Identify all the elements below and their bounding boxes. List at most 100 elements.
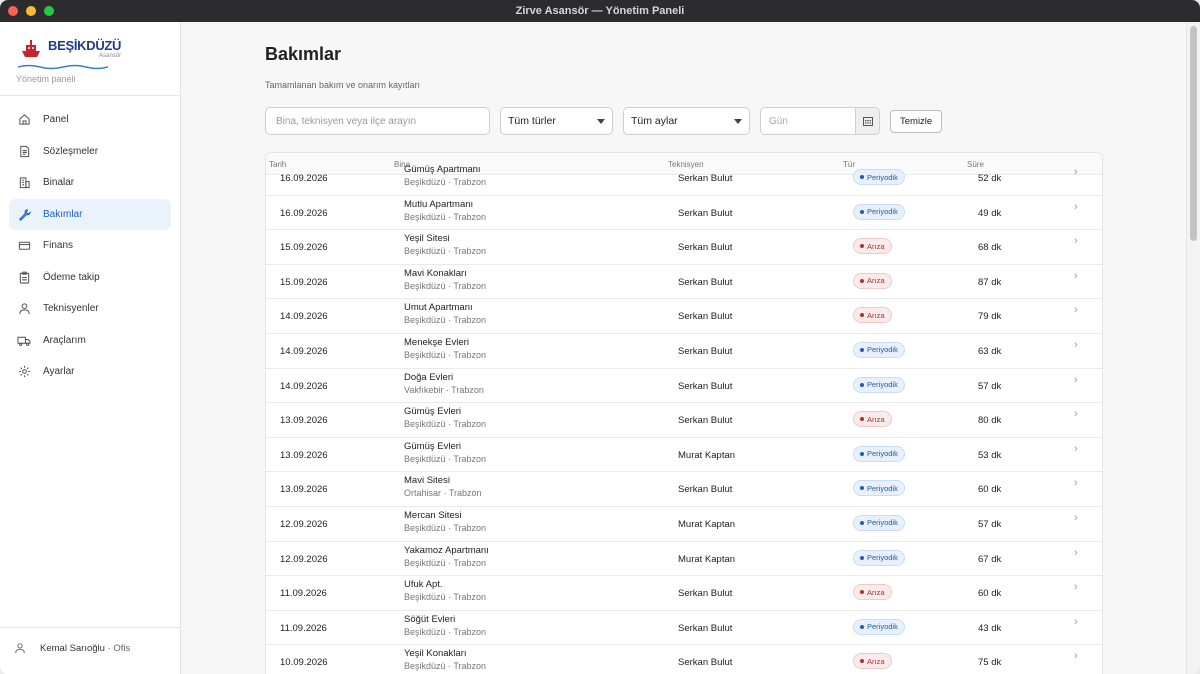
row-date: 11.09.2026	[280, 588, 327, 600]
row-duration: 67 dk	[978, 553, 1002, 565]
brand-logo[interactable]: BEŞİKDÜZÜ Asansör	[18, 36, 122, 70]
panel-label: Yönetim paneli	[16, 74, 76, 84]
table-row[interactable]: 13.09.2026 Gümüş Evleri Beşikdüzü · Trabzo…	[266, 403, 1102, 438]
sidebar-item-label: Finans	[43, 240, 74, 252]
user-name: Kemal Sarıoğlu	[40, 642, 105, 654]
user-role: · Ofis	[107, 642, 131, 654]
row-date: 11.09.2026	[280, 622, 327, 634]
brand-name: BEŞİKDÜZÜ	[48, 38, 122, 53]
day-picker[interactable]	[760, 107, 880, 135]
chevron-right-icon[interactable]: ›	[1074, 270, 1078, 282]
sidebar-item-panel[interactable]: Panel	[9, 104, 171, 136]
close-window-button[interactable]	[8, 6, 18, 16]
table-row[interactable]: 14.09.2026 Umut Apartmanı Beşikdüzü · Trab…	[266, 299, 1102, 334]
sidebar-item-bakimlar[interactable]: Bakımlar	[9, 198, 171, 230]
calendar-icon[interactable]	[855, 108, 879, 134]
page-scrollbar[interactable]	[1186, 22, 1200, 674]
chevron-right-icon[interactable]: ›	[1074, 650, 1078, 662]
type-badge-label: Periyodik	[867, 483, 898, 493]
row-technician: Serkan Bulut	[678, 345, 733, 357]
status-dot-icon	[860, 209, 864, 214]
row-building-name: Gümüş Evleri	[404, 440, 462, 452]
type-badge-label: Arıza	[867, 241, 885, 251]
table-row[interactable]: 13.09.2026 Mavi Sitesi Ortahisar · Trabzon…	[266, 472, 1102, 507]
type-select-value: Tüm türler	[508, 115, 556, 127]
status-dot-icon	[860, 347, 864, 352]
home-icon	[17, 113, 31, 127]
status-dot-icon	[860, 555, 864, 560]
maximize-window-button[interactable]	[44, 6, 54, 16]
brand-subname: Asansör	[99, 53, 122, 59]
sidebar-item-label: Ödeme takip	[43, 271, 100, 283]
day-input[interactable]	[761, 108, 855, 134]
filter-bar: Tüm türler Tüm aylar Temizle	[265, 107, 943, 135]
sidebar-item-odeme-takip[interactable]: Ödeme takip	[9, 262, 171, 294]
row-date: 14.09.2026	[280, 311, 328, 323]
status-dot-icon	[860, 382, 864, 387]
sidebar-item-teknisyenler[interactable]: Teknisyenler	[9, 293, 171, 325]
chevron-right-icon[interactable]: ›	[1074, 477, 1078, 489]
type-badge: Periyodik	[853, 169, 905, 185]
table-row[interactable]: 16.09.2026 Gümüş Apartmanı Beşikdüzü · Tra…	[266, 161, 1102, 196]
status-dot-icon	[860, 624, 864, 629]
clear-filters-button[interactable]: Temizle	[890, 109, 943, 133]
ship-logo-icon	[22, 40, 40, 57]
chevron-right-icon[interactable]: ›	[1074, 512, 1078, 524]
table-row[interactable]: 11.09.2026 Ufuk Apt. Beşikdüzü · Trabzon Se…	[266, 576, 1102, 611]
minimize-window-button[interactable]	[26, 6, 36, 16]
chevron-down-icon	[597, 118, 605, 124]
row-date: 13.09.2026	[280, 449, 328, 461]
table-row[interactable]: 15.09.2026 Yeşil Sitesi Beşikdüzü · Trabzo…	[266, 230, 1102, 265]
table-row[interactable]: 14.09.2026 Menekşe Evleri Beşikdüzü · Trab…	[266, 334, 1102, 369]
row-technician: Serkan Bulut	[678, 484, 733, 496]
row-duration: 52 dk	[978, 173, 1002, 184]
sidebar-item-ayarlar[interactable]: Ayarlar	[9, 356, 171, 388]
row-date: 14.09.2026	[280, 345, 328, 357]
table-row[interactable]: 16.09.2026 Mutlu Apartmanı Beşikdüzü · Tra…	[266, 196, 1102, 231]
sidebar-item-finans[interactable]: Finans	[9, 230, 171, 262]
sidebar-item-sozlesmeler[interactable]: Sözleşmeler	[9, 136, 171, 168]
truck-icon	[17, 333, 31, 347]
chevron-right-icon[interactable]: ›	[1074, 201, 1078, 213]
table-row[interactable]: 10.09.2026 Yeşil Konakları Beşikdüzü · Tra…	[266, 645, 1102, 674]
row-building-location: Beşikdüzü · Trabzon	[404, 211, 487, 222]
status-dot-icon	[860, 278, 864, 283]
chevron-right-icon[interactable]: ›	[1074, 374, 1078, 386]
scrollbar-thumb[interactable]	[1190, 26, 1197, 241]
table-row[interactable]: 15.09.2026 Mavi Konakları Beşikdüzü · Trab…	[266, 265, 1102, 300]
table-row[interactable]: 11.09.2026 Söğüt Evleri Beşikdüzü · Trabzo…	[266, 611, 1102, 646]
row-date: 13.09.2026	[280, 415, 328, 427]
row-date: 16.09.2026	[280, 207, 328, 219]
row-technician: Serkan Bulut	[678, 311, 733, 323]
chevron-right-icon[interactable]: ›	[1074, 304, 1078, 316]
chevron-right-icon[interactable]: ›	[1074, 547, 1078, 559]
table-row[interactable]: 14.09.2026 Doğa Evleri Vakfıkebir · Trabzo…	[266, 369, 1102, 404]
row-technician: Serkan Bulut	[678, 588, 733, 600]
type-badge: Arıza	[853, 272, 892, 289]
chevron-right-icon[interactable]: ›	[1074, 616, 1078, 628]
row-building-name: Mutlu Apartmanı	[404, 198, 474, 210]
type-badge-label: Periyodik	[867, 345, 898, 355]
chevron-right-icon[interactable]: ›	[1074, 443, 1078, 455]
month-select[interactable]: Tüm aylar	[623, 107, 750, 135]
chevron-right-icon[interactable]: ›	[1074, 581, 1078, 593]
sidebar-item-label: Ayarlar	[43, 366, 75, 378]
row-building-name: Umut Apartmanı	[404, 302, 473, 314]
chevron-right-icon[interactable]: ›	[1074, 339, 1078, 351]
type-badge: Periyodik	[853, 514, 905, 531]
type-select[interactable]: Tüm türler	[500, 107, 613, 135]
sidebar-item-binalar[interactable]: Binalar	[9, 167, 171, 199]
chevron-right-icon[interactable]: ›	[1074, 235, 1078, 247]
current-user[interactable]: Kemal Sarıoğlu · Ofis	[14, 642, 130, 654]
row-date: 14.09.2026	[280, 380, 328, 392]
sidebar-item-araclarim[interactable]: Araçlarım	[9, 325, 171, 357]
table-row[interactable]: 13.09.2026 Gümüş Evleri Beşikdüzü · Trabzo…	[266, 438, 1102, 473]
status-dot-icon	[860, 175, 864, 179]
chevron-right-icon[interactable]: ›	[1074, 166, 1078, 178]
type-badge-label: Arıza	[867, 310, 885, 320]
chevron-right-icon[interactable]: ›	[1074, 408, 1078, 420]
type-badge: Arıza	[853, 653, 892, 670]
table-row[interactable]: 12.09.2026 Yakamoz Apartmanı Beşikdüzü · T…	[266, 542, 1102, 577]
table-row[interactable]: 12.09.2026 Mercan Sitesi Beşikdüzü · Trabz…	[266, 507, 1102, 542]
search-input[interactable]	[265, 107, 490, 135]
